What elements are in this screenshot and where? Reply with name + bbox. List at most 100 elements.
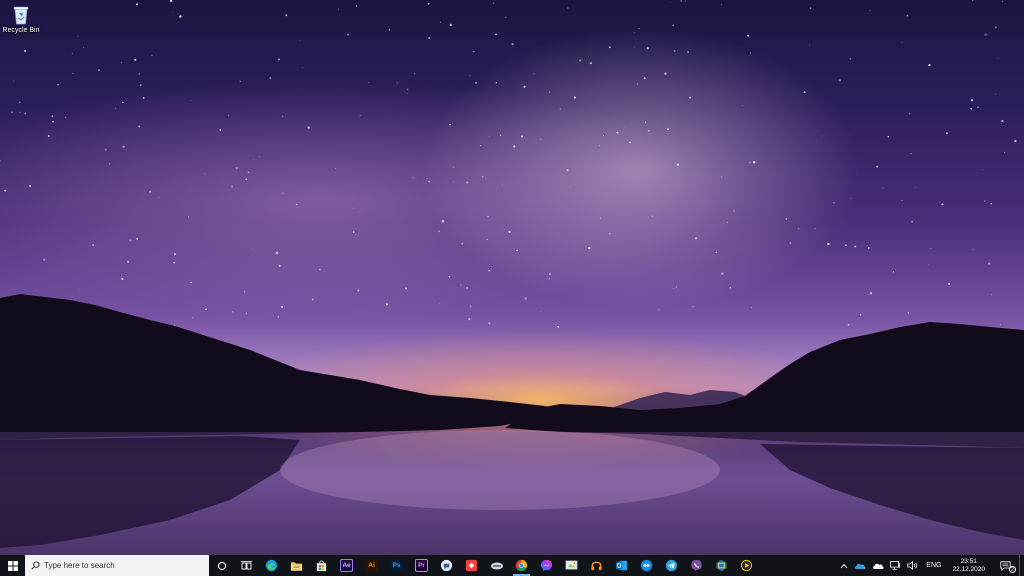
star xyxy=(52,121,54,123)
star xyxy=(307,126,310,129)
taskbar-app-file-explorer[interactable] xyxy=(284,555,309,576)
star xyxy=(252,248,254,250)
taskbar-app-snipping[interactable] xyxy=(559,555,584,576)
star xyxy=(928,63,931,67)
star xyxy=(833,201,835,204)
chrome-icon xyxy=(515,559,528,572)
tray-onedrive-blue[interactable] xyxy=(851,555,869,576)
star xyxy=(204,173,206,175)
star xyxy=(1002,1,1003,3)
star xyxy=(269,77,272,80)
star xyxy=(174,253,176,256)
tray-clock[interactable]: 23:51 22.12.2020 xyxy=(946,555,991,576)
taskbar-app-premiere[interactable]: Pr xyxy=(409,555,434,576)
wallpaper-landscape xyxy=(0,0,1024,555)
star xyxy=(259,156,260,157)
star xyxy=(849,58,851,60)
star xyxy=(749,161,751,163)
star xyxy=(749,52,751,54)
star xyxy=(278,58,281,61)
star xyxy=(516,249,519,252)
star xyxy=(142,97,145,99)
tray-language-indicator[interactable]: ENG xyxy=(921,555,946,576)
star xyxy=(302,67,304,69)
star xyxy=(136,238,139,240)
star xyxy=(589,62,592,65)
star xyxy=(599,217,602,219)
start-button[interactable] xyxy=(0,555,25,576)
star xyxy=(869,9,871,11)
headphones-icon xyxy=(591,561,602,571)
outlook-icon xyxy=(615,560,628,571)
star xyxy=(71,52,73,54)
snipping-tool-icon xyxy=(565,560,578,570)
taskbar-app-after-effects[interactable]: Ae xyxy=(334,555,359,576)
star xyxy=(272,315,274,316)
star xyxy=(733,210,735,212)
taskbar-app-edge[interactable] xyxy=(259,555,284,576)
taskbar-app-messenger[interactable] xyxy=(534,555,559,576)
star xyxy=(798,228,800,230)
taskbar-app-anydesk[interactable] xyxy=(459,555,484,576)
star xyxy=(1014,139,1017,143)
desktop-icon-recycle-bin[interactable]: Recycle Bin xyxy=(2,4,40,34)
star xyxy=(927,263,929,265)
wallpaper-glow-reflection xyxy=(280,430,720,510)
clock-time: 23:51 xyxy=(960,557,977,565)
star xyxy=(741,105,743,106)
taskbar-app-teamviewer[interactable] xyxy=(634,555,659,576)
star xyxy=(624,126,626,128)
star xyxy=(481,175,484,178)
star xyxy=(192,317,194,319)
star xyxy=(667,128,669,131)
star xyxy=(355,5,358,7)
taskbar-app-store[interactable] xyxy=(309,555,334,576)
star xyxy=(466,181,469,184)
taskbar-app-mouse[interactable] xyxy=(484,555,509,576)
taskbar-search-box[interactable] xyxy=(25,555,209,576)
star xyxy=(172,11,174,13)
star xyxy=(469,75,471,77)
star xyxy=(827,242,830,246)
star xyxy=(521,135,524,138)
taskbar-app-outlook[interactable] xyxy=(609,555,634,576)
network-monitor-icon xyxy=(890,561,901,570)
star xyxy=(461,243,463,245)
star xyxy=(647,129,650,132)
search-input[interactable] xyxy=(44,561,194,570)
windows-logo-icon xyxy=(7,560,18,571)
taskbar-app-photoshop[interactable]: Ps xyxy=(384,555,409,576)
star xyxy=(887,136,889,138)
star xyxy=(335,168,337,169)
taskbar-app-viber[interactable] xyxy=(684,555,709,576)
tray-network-button[interactable] xyxy=(887,555,904,576)
tray-onedrive-white[interactable] xyxy=(869,555,887,576)
tray-volume-button[interactable] xyxy=(904,555,921,576)
cortana-button[interactable] xyxy=(209,555,234,576)
taskbar-app-potplayer[interactable] xyxy=(734,555,759,576)
star xyxy=(235,166,238,170)
taskbar-app-headphones[interactable] xyxy=(584,555,609,576)
star xyxy=(599,145,601,146)
action-center-button[interactable]: 2 xyxy=(991,555,1019,576)
star xyxy=(120,62,122,64)
star xyxy=(511,43,514,46)
tray-overflow-button[interactable] xyxy=(837,555,851,576)
show-desktop-button[interactable] xyxy=(1019,555,1024,576)
star xyxy=(488,269,491,272)
star xyxy=(149,191,151,193)
taskbar-app-virtualbox[interactable] xyxy=(709,555,734,576)
star xyxy=(438,230,441,233)
task-view-button[interactable] xyxy=(234,555,259,576)
star xyxy=(999,324,1002,326)
star xyxy=(729,287,731,289)
taskbar-app-telegram[interactable] xyxy=(659,555,684,576)
star xyxy=(945,132,949,135)
taskbar-app-chat[interactable] xyxy=(434,555,459,576)
star xyxy=(540,310,542,312)
star xyxy=(557,325,560,328)
star xyxy=(751,307,752,308)
taskbar-app-illustrator[interactable]: Ai xyxy=(359,555,384,576)
taskbar-app-chrome[interactable] xyxy=(509,555,534,576)
potplayer-icon xyxy=(740,559,753,572)
